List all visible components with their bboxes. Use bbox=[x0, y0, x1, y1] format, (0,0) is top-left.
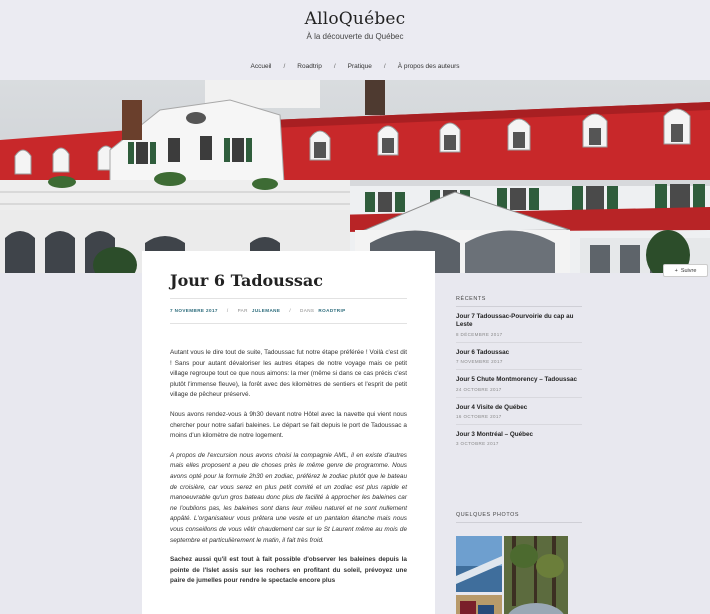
post-article: Jour 6 Tadoussac 7 novembre 2017 / par j… bbox=[142, 251, 435, 614]
photo-thumbnail[interactable] bbox=[504, 536, 568, 614]
plus-icon: + bbox=[674, 267, 678, 274]
recent-post-date: 24 octobre 2017 bbox=[456, 386, 502, 392]
recent-post-link[interactable]: Jour 6 Tadoussac bbox=[456, 349, 582, 357]
post-date[interactable]: 7 novembre 2017 bbox=[170, 308, 218, 313]
nav-item-a-propos[interactable]: À propos des auteurs bbox=[396, 63, 462, 70]
post-meta: 7 novembre 2017 / par julemane / dans ro… bbox=[170, 308, 407, 324]
recent-post-link[interactable]: Jour 5 Chute Montmorency – Tadoussac bbox=[456, 376, 582, 384]
recent-post-link[interactable]: Jour 7 Tadoussac-Pourvoirie du cap au Le… bbox=[456, 313, 582, 330]
header-image bbox=[0, 80, 710, 273]
meta-separator: / bbox=[289, 308, 292, 313]
photo-thumbnail[interactable] bbox=[456, 536, 502, 592]
paragraph: A propos de l'excursion nous avons chois… bbox=[170, 451, 407, 544]
nav-item-pratique[interactable]: Pratique bbox=[346, 63, 374, 70]
sidebar-recent: Récents Jour 7 Tadoussac-Pourvoirie du c… bbox=[456, 296, 582, 457]
recent-post-link[interactable]: Jour 4 Visite de Québec bbox=[456, 404, 582, 412]
recent-post-link[interactable]: Jour 3 Montréal – Québec bbox=[456, 431, 582, 439]
nav-item-roadtrip[interactable]: Roadtrip bbox=[295, 63, 324, 70]
paragraph: Autant vous le dire tout de suite, Tadou… bbox=[170, 349, 407, 399]
meta-separator: / bbox=[226, 308, 229, 313]
post-by-label: par bbox=[237, 308, 248, 313]
list-item: Jour 5 Chute Montmorency – Tadoussac 24 … bbox=[456, 376, 582, 398]
nav-item-accueil[interactable]: Accueil bbox=[249, 63, 274, 70]
main-navigation: Accueil / Roadtrip / Pratique / À propos… bbox=[0, 63, 710, 70]
airplane-window-photo bbox=[456, 536, 502, 592]
list-item: Jour 6 Tadoussac 7 novembre 2017 bbox=[456, 349, 582, 371]
site-tagline: À la découverte du Québec bbox=[306, 32, 404, 41]
list-item: Jour 3 Montréal – Québec 3 octobre 2017 bbox=[456, 431, 582, 451]
paragraph: Nous avons rendez-vous à 9h30 devant not… bbox=[170, 410, 407, 440]
list-item: Jour 4 Visite de Québec 16 octobre 2017 bbox=[456, 404, 582, 426]
follow-label: Suivre bbox=[680, 267, 697, 274]
post-title: Jour 6 Tadoussac bbox=[170, 271, 407, 299]
site-title[interactable]: AlloQuébec bbox=[0, 9, 710, 29]
passports-photo bbox=[456, 595, 502, 614]
recent-widget-title: Récents bbox=[456, 296, 582, 307]
photos-widget-title: Quelques photos bbox=[456, 512, 582, 523]
site-header: AlloQuébec À la découverte du Québec Acc… bbox=[0, 0, 710, 80]
post-author[interactable]: julemane bbox=[252, 308, 280, 313]
follow-button[interactable]: + Suivre bbox=[663, 264, 708, 277]
list-item: Jour 7 Tadoussac-Pourvoirie du cap au Le… bbox=[456, 313, 582, 343]
photo-grid bbox=[456, 529, 582, 614]
photo-thumbnail[interactable] bbox=[456, 595, 502, 614]
hotel-photo bbox=[0, 80, 710, 273]
forest-photo bbox=[504, 536, 568, 614]
post-content: Autant vous le dire tout de suite, Tadou… bbox=[170, 348, 407, 587]
recent-post-date: 3 octobre 2017 bbox=[456, 441, 499, 447]
post-in-label: dans bbox=[300, 308, 315, 313]
nav-separator: / bbox=[333, 63, 336, 70]
paragraph: Sachez aussi qu'il est tout à fait possi… bbox=[170, 556, 407, 585]
sidebar-photos: Quelques photos bbox=[456, 512, 582, 614]
recent-post-date: 7 novembre 2017 bbox=[456, 359, 503, 365]
post-category[interactable]: roadtrip bbox=[318, 308, 345, 313]
nav-separator: / bbox=[283, 63, 286, 70]
recent-post-date: 8 décembre 2017 bbox=[456, 331, 503, 337]
recent-post-date: 16 octobre 2017 bbox=[456, 414, 502, 420]
nav-separator: / bbox=[383, 63, 386, 70]
